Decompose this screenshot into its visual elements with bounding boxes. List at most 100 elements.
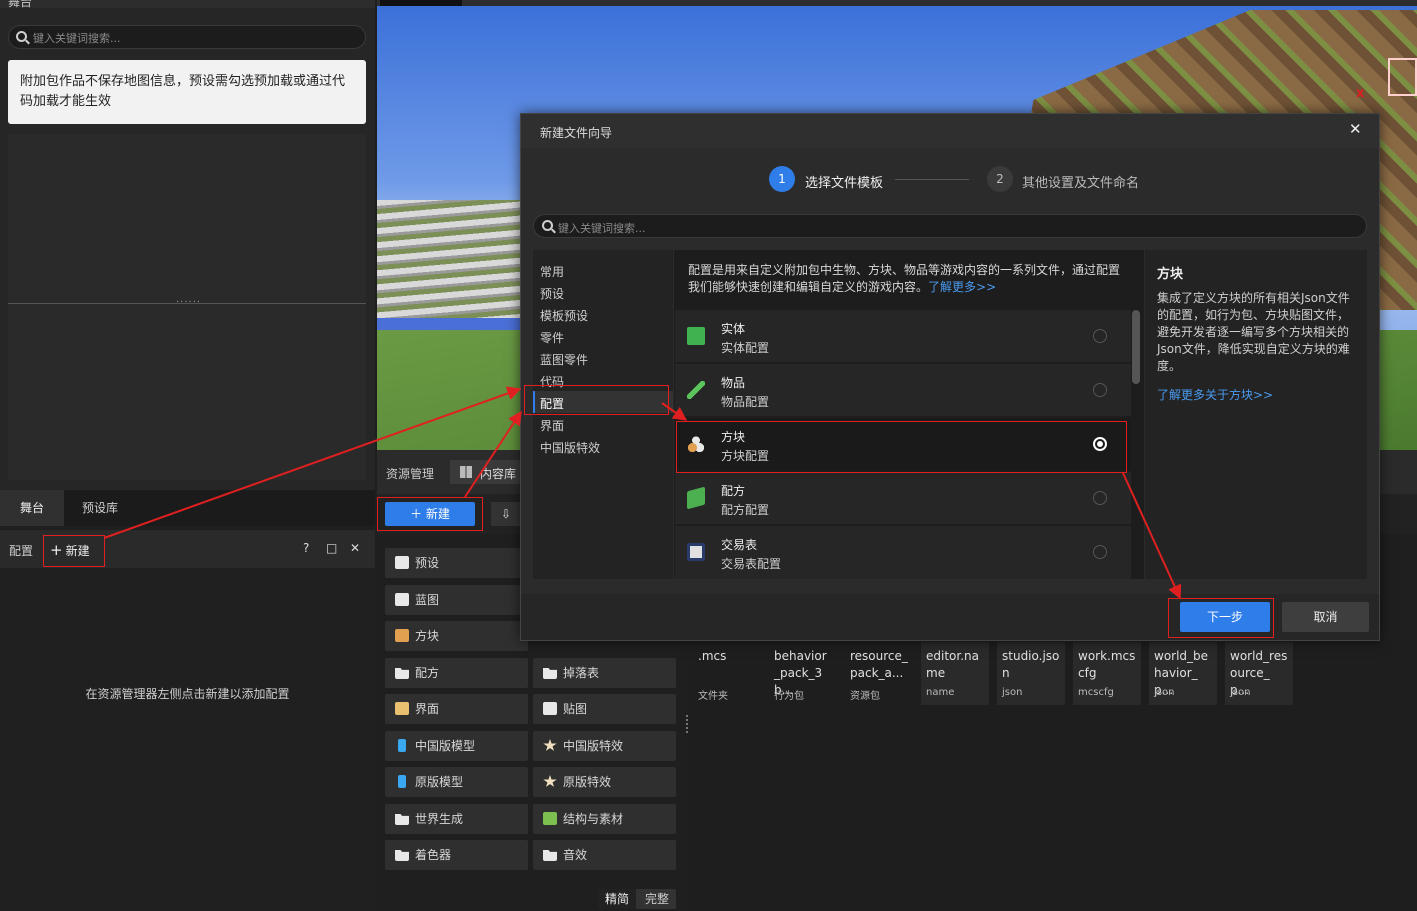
- category-structure[interactable]: 结构与素材: [533, 804, 676, 834]
- file-item[interactable]: world_behavior_p... json: [1149, 642, 1217, 705]
- mode-full-button[interactable]: 完整: [638, 889, 676, 909]
- file-item[interactable]: behavior_pack_3b... 行为包: [769, 642, 837, 705]
- category-label: 掉落表: [563, 666, 600, 680]
- template-option-item[interactable]: 物品 物品配置: [675, 364, 1131, 416]
- file-name: studio.json: [1002, 649, 1060, 680]
- pickaxe-icon: [687, 381, 705, 399]
- file-item[interactable]: .mcs 文件夹: [693, 642, 761, 705]
- tab-stage[interactable]: 舞台: [0, 490, 64, 526]
- puzzle-icon: [395, 593, 409, 606]
- file-item[interactable]: editor.name name: [921, 642, 989, 705]
- category-vanilla-effect[interactable]: 原版特效: [533, 767, 676, 797]
- config-panel: [0, 530, 375, 911]
- file-type: mcscfg: [1078, 687, 1114, 698]
- dialog-category-cn-effect[interactable]: 中国版特效: [540, 439, 600, 456]
- tab-content-library-label: 内容库: [480, 467, 517, 481]
- category-sound[interactable]: 音效: [533, 840, 676, 870]
- file-type: json: [1154, 687, 1175, 698]
- import-icon[interactable]: ⇩: [491, 502, 521, 526]
- category-cn-effect[interactable]: 中国版特效: [533, 731, 676, 761]
- template-option-recipe[interactable]: 配方 配方配置: [675, 472, 1131, 524]
- preset-icon: [395, 556, 409, 569]
- stage-search-input[interactable]: 键入关键词搜索...: [8, 25, 366, 49]
- category-worldgen[interactable]: 世界生成: [385, 804, 528, 834]
- dialog-search-placeholder: 键入关键词搜索...: [558, 222, 646, 235]
- file-item[interactable]: world_resource_p... json: [1225, 642, 1293, 705]
- cancel-button[interactable]: 取消: [1282, 602, 1369, 632]
- axis-x-icon: x: [1356, 86, 1365, 101]
- dialog-close-icon[interactable]: ✕: [1349, 120, 1362, 138]
- category-cn-model[interactable]: 中国版模型: [385, 731, 528, 761]
- grid-icon: [460, 466, 472, 478]
- category-loot-table[interactable]: 掉落表: [533, 658, 676, 688]
- stage-panel-header: 舞台: [0, 0, 375, 8]
- option-radio[interactable]: [1093, 383, 1107, 397]
- folder-icon: [543, 849, 557, 861]
- category-ui[interactable]: 界面: [385, 694, 528, 724]
- option-radio[interactable]: [1093, 329, 1107, 343]
- file-name: .mcs: [698, 649, 727, 663]
- dialog-category-blueprint-part[interactable]: 蓝图零件: [540, 351, 588, 368]
- blocks-icon: [395, 629, 409, 642]
- splitter-handle-icon[interactable]: [686, 715, 688, 735]
- template-option-trade[interactable]: 交易表 交易表配置: [675, 526, 1131, 579]
- category-label: 着色器: [415, 848, 452, 862]
- config-panel-title: 配置: [9, 544, 34, 558]
- tab-preset-library[interactable]: 预设库: [64, 490, 136, 526]
- file-type: name: [926, 687, 955, 698]
- category-label: 原版特效: [563, 775, 612, 789]
- stage-panel-title: 舞台: [8, 0, 33, 8]
- info-learn-more-link[interactable]: 了解更多关于方块>>: [1157, 386, 1273, 403]
- help-icon[interactable]: ?: [303, 541, 309, 555]
- resource-manager-title[interactable]: 资源管理: [386, 465, 434, 482]
- template-list-scrollbar[interactable]: [1132, 310, 1140, 384]
- option-radio[interactable]: [1093, 491, 1107, 505]
- maximize-icon[interactable]: □: [326, 541, 337, 555]
- category-label: 贴图: [563, 702, 588, 716]
- option-desc: 实体配置: [721, 341, 770, 355]
- category-block[interactable]: 方块: [385, 621, 528, 651]
- dialog-category-ui[interactable]: 界面: [540, 417, 564, 434]
- category-label: 中国版模型: [415, 739, 476, 753]
- learn-more-link[interactable]: 了解更多>>: [928, 280, 996, 294]
- dialog-search-input[interactable]: 键入关键词搜索...: [533, 214, 1367, 238]
- info-title: 方块: [1157, 267, 1184, 282]
- step-2-label: 其他设置及文件命名: [1022, 176, 1140, 191]
- category-preset[interactable]: 预设: [385, 548, 528, 578]
- category-blueprint[interactable]: 蓝图: [385, 585, 528, 615]
- config-new-label: 新建: [65, 544, 90, 558]
- category-vanilla-model[interactable]: 原版模型: [385, 767, 528, 797]
- category-texture[interactable]: 贴图: [533, 694, 676, 724]
- file-type: json: [1230, 687, 1251, 698]
- template-option-entity[interactable]: 实体 实体配置: [675, 310, 1131, 362]
- option-desc: 交易表配置: [721, 557, 782, 571]
- config-new-button[interactable]: + 新建: [43, 535, 105, 567]
- dialog-category-preset[interactable]: 预设: [540, 285, 564, 302]
- dialog-category-common[interactable]: 常用: [540, 263, 564, 280]
- annotation-frame-block: [676, 421, 1127, 473]
- close-icon[interactable]: ✕: [350, 541, 360, 555]
- info-text: 集成了定义方块的所有相关Json文件的配置，如行为包、方块贴图文件，避免开发者逐…: [1157, 291, 1350, 373]
- category-recipe[interactable]: 配方: [385, 658, 528, 688]
- dialog-titlebar[interactable]: [521, 114, 1379, 148]
- splitter-handle-icon[interactable]: ......: [176, 294, 200, 305]
- folder-icon: [543, 667, 557, 679]
- option-name: 物品: [721, 376, 746, 390]
- file-item[interactable]: work.mcscfg mcscfg: [1073, 642, 1141, 705]
- category-label: 配方: [415, 666, 440, 680]
- option-radio[interactable]: [1093, 545, 1107, 559]
- selection-box: [1388, 58, 1417, 96]
- file-type: 行为包: [774, 691, 804, 702]
- file-item[interactable]: resource_pack_a... 资源包: [845, 642, 913, 705]
- category-label: 世界生成: [415, 812, 464, 826]
- category-label: 中国版特效: [563, 739, 624, 753]
- category-shader[interactable]: 着色器: [385, 840, 528, 870]
- dialog-category-template-preset[interactable]: 模板预设: [540, 307, 588, 324]
- viewport-tab[interactable]: [380, 0, 462, 6]
- search-icon: [542, 220, 553, 231]
- file-item[interactable]: studio.json json: [997, 642, 1065, 705]
- mode-simple-button[interactable]: 精简: [598, 889, 636, 909]
- dialog-category-part[interactable]: 零件: [540, 329, 564, 346]
- step-1-label: 选择文件模板: [805, 176, 884, 191]
- tab-content-library[interactable]: 内容库: [450, 460, 520, 484]
